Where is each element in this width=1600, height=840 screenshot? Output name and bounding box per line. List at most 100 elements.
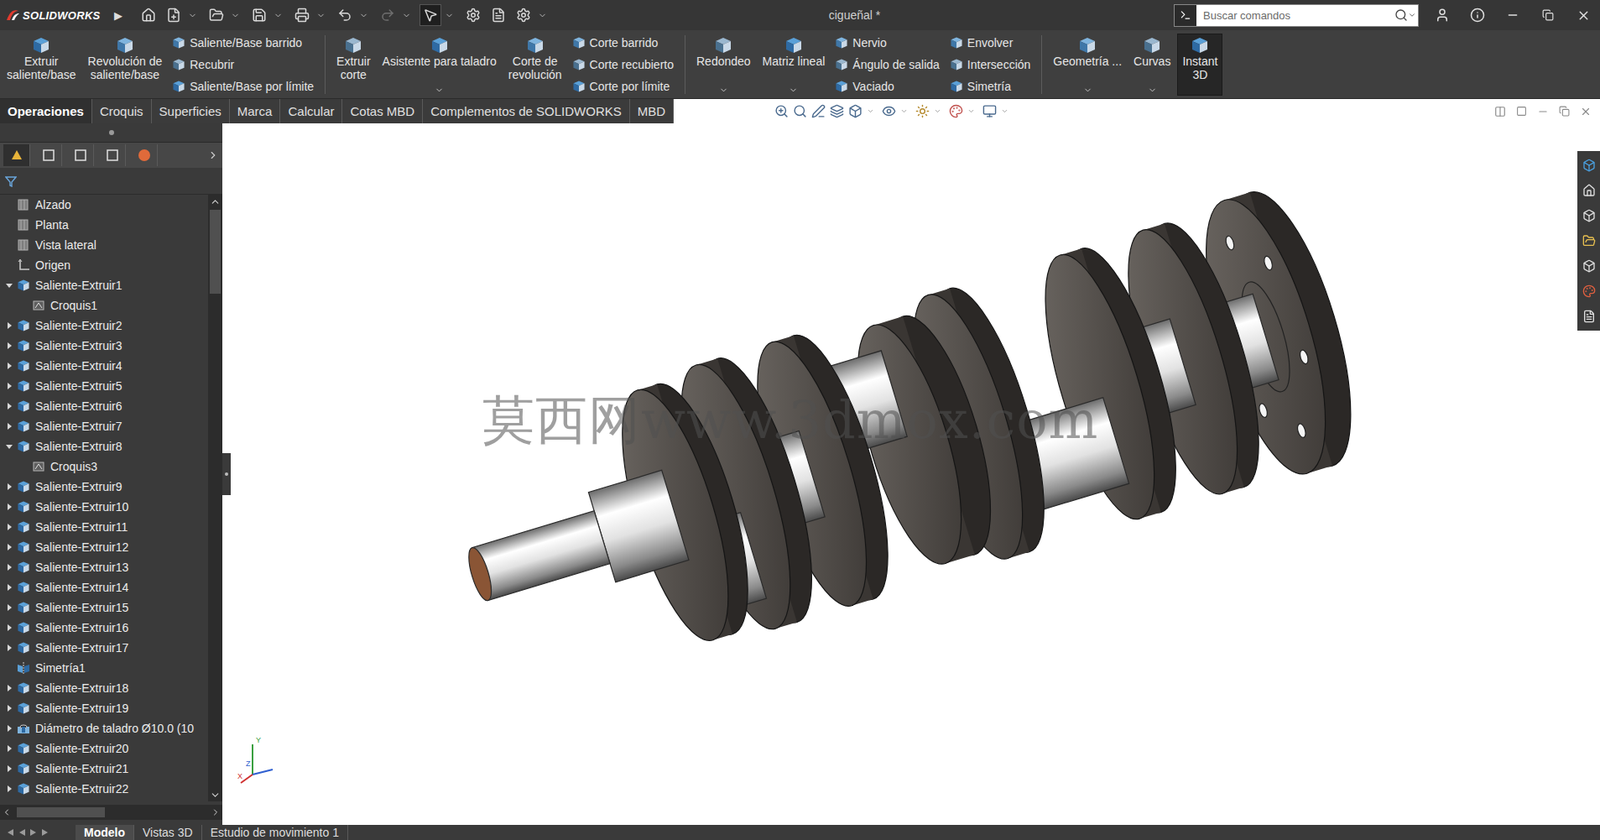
tree-item[interactable]: Croquis1 <box>0 295 209 316</box>
ribbon-button[interactable]: Revolución desaliente/base <box>83 33 168 96</box>
tree-item[interactable]: Saliente-Extruir8 <box>0 436 209 457</box>
filter-icon[interactable] <box>5 175 17 188</box>
dropdown-caret[interactable] <box>316 10 326 21</box>
task-pane-tab[interactable] <box>1582 152 1596 178</box>
tree-item[interactable]: Saliente-Extruir9 <box>0 476 209 497</box>
expand-toggle[interactable] <box>3 523 16 531</box>
panel-grip[interactable] <box>0 123 223 143</box>
dropdown-caret[interactable] <box>1147 85 1158 95</box>
tree-item[interactable]: Saliente-Extruir22 <box>0 778 209 799</box>
tree-item[interactable]: Saliente-Extruir11 <box>0 516 209 537</box>
crankshaft-model[interactable] <box>234 123 1578 825</box>
ribbon-button[interactable]: Instant3D <box>1177 33 1223 96</box>
toolbar-button[interactable] <box>291 4 313 27</box>
scroll-right[interactable] <box>210 807 221 818</box>
command-tab[interactable]: Superficies <box>151 99 230 124</box>
toolbar-button[interactable] <box>462 4 485 27</box>
task-pane-tab[interactable] <box>1582 278 1596 304</box>
minimize-button[interactable] <box>1500 8 1525 22</box>
toolbar-button[interactable] <box>162 4 185 27</box>
tree-item[interactable]: Saliente-Extruir6 <box>0 396 209 417</box>
expand-toggle[interactable] <box>3 503 16 511</box>
split-icon[interactable] <box>1516 105 1528 117</box>
tree-item[interactable]: Saliente-Extruir1 <box>0 275 209 296</box>
vertical-scrollbar[interactable] <box>208 194 223 802</box>
toolbar-button[interactable] <box>137 4 160 27</box>
ribbon-button[interactable]: Corte derevolución <box>503 33 568 96</box>
expand-toggle[interactable] <box>3 422 16 430</box>
chevron-left-icon[interactable] <box>1 807 12 818</box>
tree-item[interactable]: Saliente-Extruir17 <box>0 637 209 658</box>
ribbon-button[interactable]: Matriz lineal <box>757 33 831 96</box>
tree-item[interactable]: Saliente-Extruir14 <box>0 577 209 598</box>
task-pane-tab[interactable] <box>1582 228 1596 254</box>
dropdown-caret[interactable] <box>444 10 454 21</box>
dropdown-caret[interactable] <box>401 10 412 21</box>
panel-tab[interactable] <box>3 144 31 167</box>
ribbon-small-button[interactable]: Recubrir <box>171 56 314 73</box>
dropdown-caret[interactable] <box>359 10 369 21</box>
ribbon-small-button[interactable]: Vaciado <box>834 78 940 95</box>
tree-item[interactable]: Saliente-Extruir21 <box>0 758 209 779</box>
dropdown-caret[interactable] <box>719 85 729 95</box>
command-tab[interactable]: Calcular <box>280 99 343 124</box>
graphics-area[interactable]: 莫西网www.3dmox.comYZX <box>234 123 1578 825</box>
scroll-down[interactable] <box>209 787 221 802</box>
bottom-tab[interactable]: Vistas 3D <box>134 824 203 840</box>
ribbon-small-button[interactable]: Nervio <box>834 34 940 52</box>
ribbon-button[interactable]: Asistente para taladro <box>377 33 502 96</box>
tree-item[interactable]: Croquis3 <box>0 456 209 477</box>
tree-item[interactable]: Saliente-Extruir5 <box>0 375 209 397</box>
dropdown-caret[interactable] <box>187 10 198 21</box>
expand-toggle[interactable] <box>3 402 16 410</box>
tree-item[interactable]: Saliente-Extruir20 <box>0 738 209 759</box>
scroll-up[interactable] <box>209 194 221 209</box>
view-button[interactable] <box>792 104 808 119</box>
user-button[interactable] <box>1430 7 1455 23</box>
panel-collapse-handle[interactable] <box>222 123 235 825</box>
tree-item[interactable]: Saliente-Extruir12 <box>0 536 209 558</box>
ribbon-small-button[interactable]: Intersección <box>949 56 1031 73</box>
dropdown-caret[interactable] <box>866 107 875 115</box>
ribbon-button[interactable]: Redondeo <box>691 33 756 96</box>
panel-tab[interactable] <box>130 144 158 167</box>
tree-item[interactable]: Vista lateral <box>0 234 209 256</box>
expand-toggle[interactable] <box>3 322 16 329</box>
command-tab[interactable]: Complementos de SOLIDWORKS <box>422 99 631 124</box>
view-button[interactable] <box>848 104 863 119</box>
dropdown-caret[interactable] <box>1083 85 1093 95</box>
more-tabs[interactable] <box>207 149 219 162</box>
expand-toggle[interactable] <box>3 362 16 370</box>
view-button[interactable] <box>915 104 930 119</box>
toolbar-button[interactable] <box>248 4 271 27</box>
handle-nub[interactable] <box>222 453 231 496</box>
command-tab[interactable]: Croquis <box>92 99 152 124</box>
ribbon-small-button[interactable]: Saliente/Base barrido <box>171 34 314 52</box>
view-button[interactable] <box>811 104 826 119</box>
help-button[interactable] <box>1465 7 1490 23</box>
expand-toggle[interactable] <box>3 604 16 611</box>
dropdown-caret[interactable] <box>273 10 283 21</box>
dropdown-caret[interactable] <box>537 10 548 21</box>
expand-toggle[interactable] <box>3 442 16 450</box>
tree-item[interactable]: Simetría1 <box>0 657 209 678</box>
command-tab[interactable]: Marca <box>229 99 282 124</box>
menu-arrow[interactable]: ▶ <box>109 9 135 22</box>
tree-item[interactable]: Saliente-Extruir3 <box>0 335 209 356</box>
task-pane-tab[interactable] <box>1582 253 1596 279</box>
ribbon-button[interactable]: Extruirsaliente/base <box>1 33 82 96</box>
restore-button[interactable] <box>1536 9 1560 21</box>
tree-item[interactable]: Saliente-Extruir13 <box>0 557 209 578</box>
horizontal-scrollbar[interactable] <box>0 804 223 820</box>
tab-nav-arrow-icon[interactable] <box>5 828 16 837</box>
tree-item[interactable]: Saliente-Extruir10 <box>0 496 209 517</box>
dropdown-caret[interactable] <box>967 107 975 115</box>
expand-toggle[interactable] <box>3 765 16 772</box>
ribbon-small-button[interactable]: Corte recubierto <box>572 56 674 73</box>
ribbon-button[interactable]: Geometría ... <box>1047 33 1127 96</box>
expand-toggle[interactable] <box>3 724 16 732</box>
ribbon-small-button[interactable]: Simetría <box>949 78 1031 95</box>
search-button[interactable] <box>1392 8 1418 22</box>
tab-nav-arrow-icon[interactable] <box>40 828 51 837</box>
tree-item[interactable]: Saliente-Extruir19 <box>0 698 209 719</box>
